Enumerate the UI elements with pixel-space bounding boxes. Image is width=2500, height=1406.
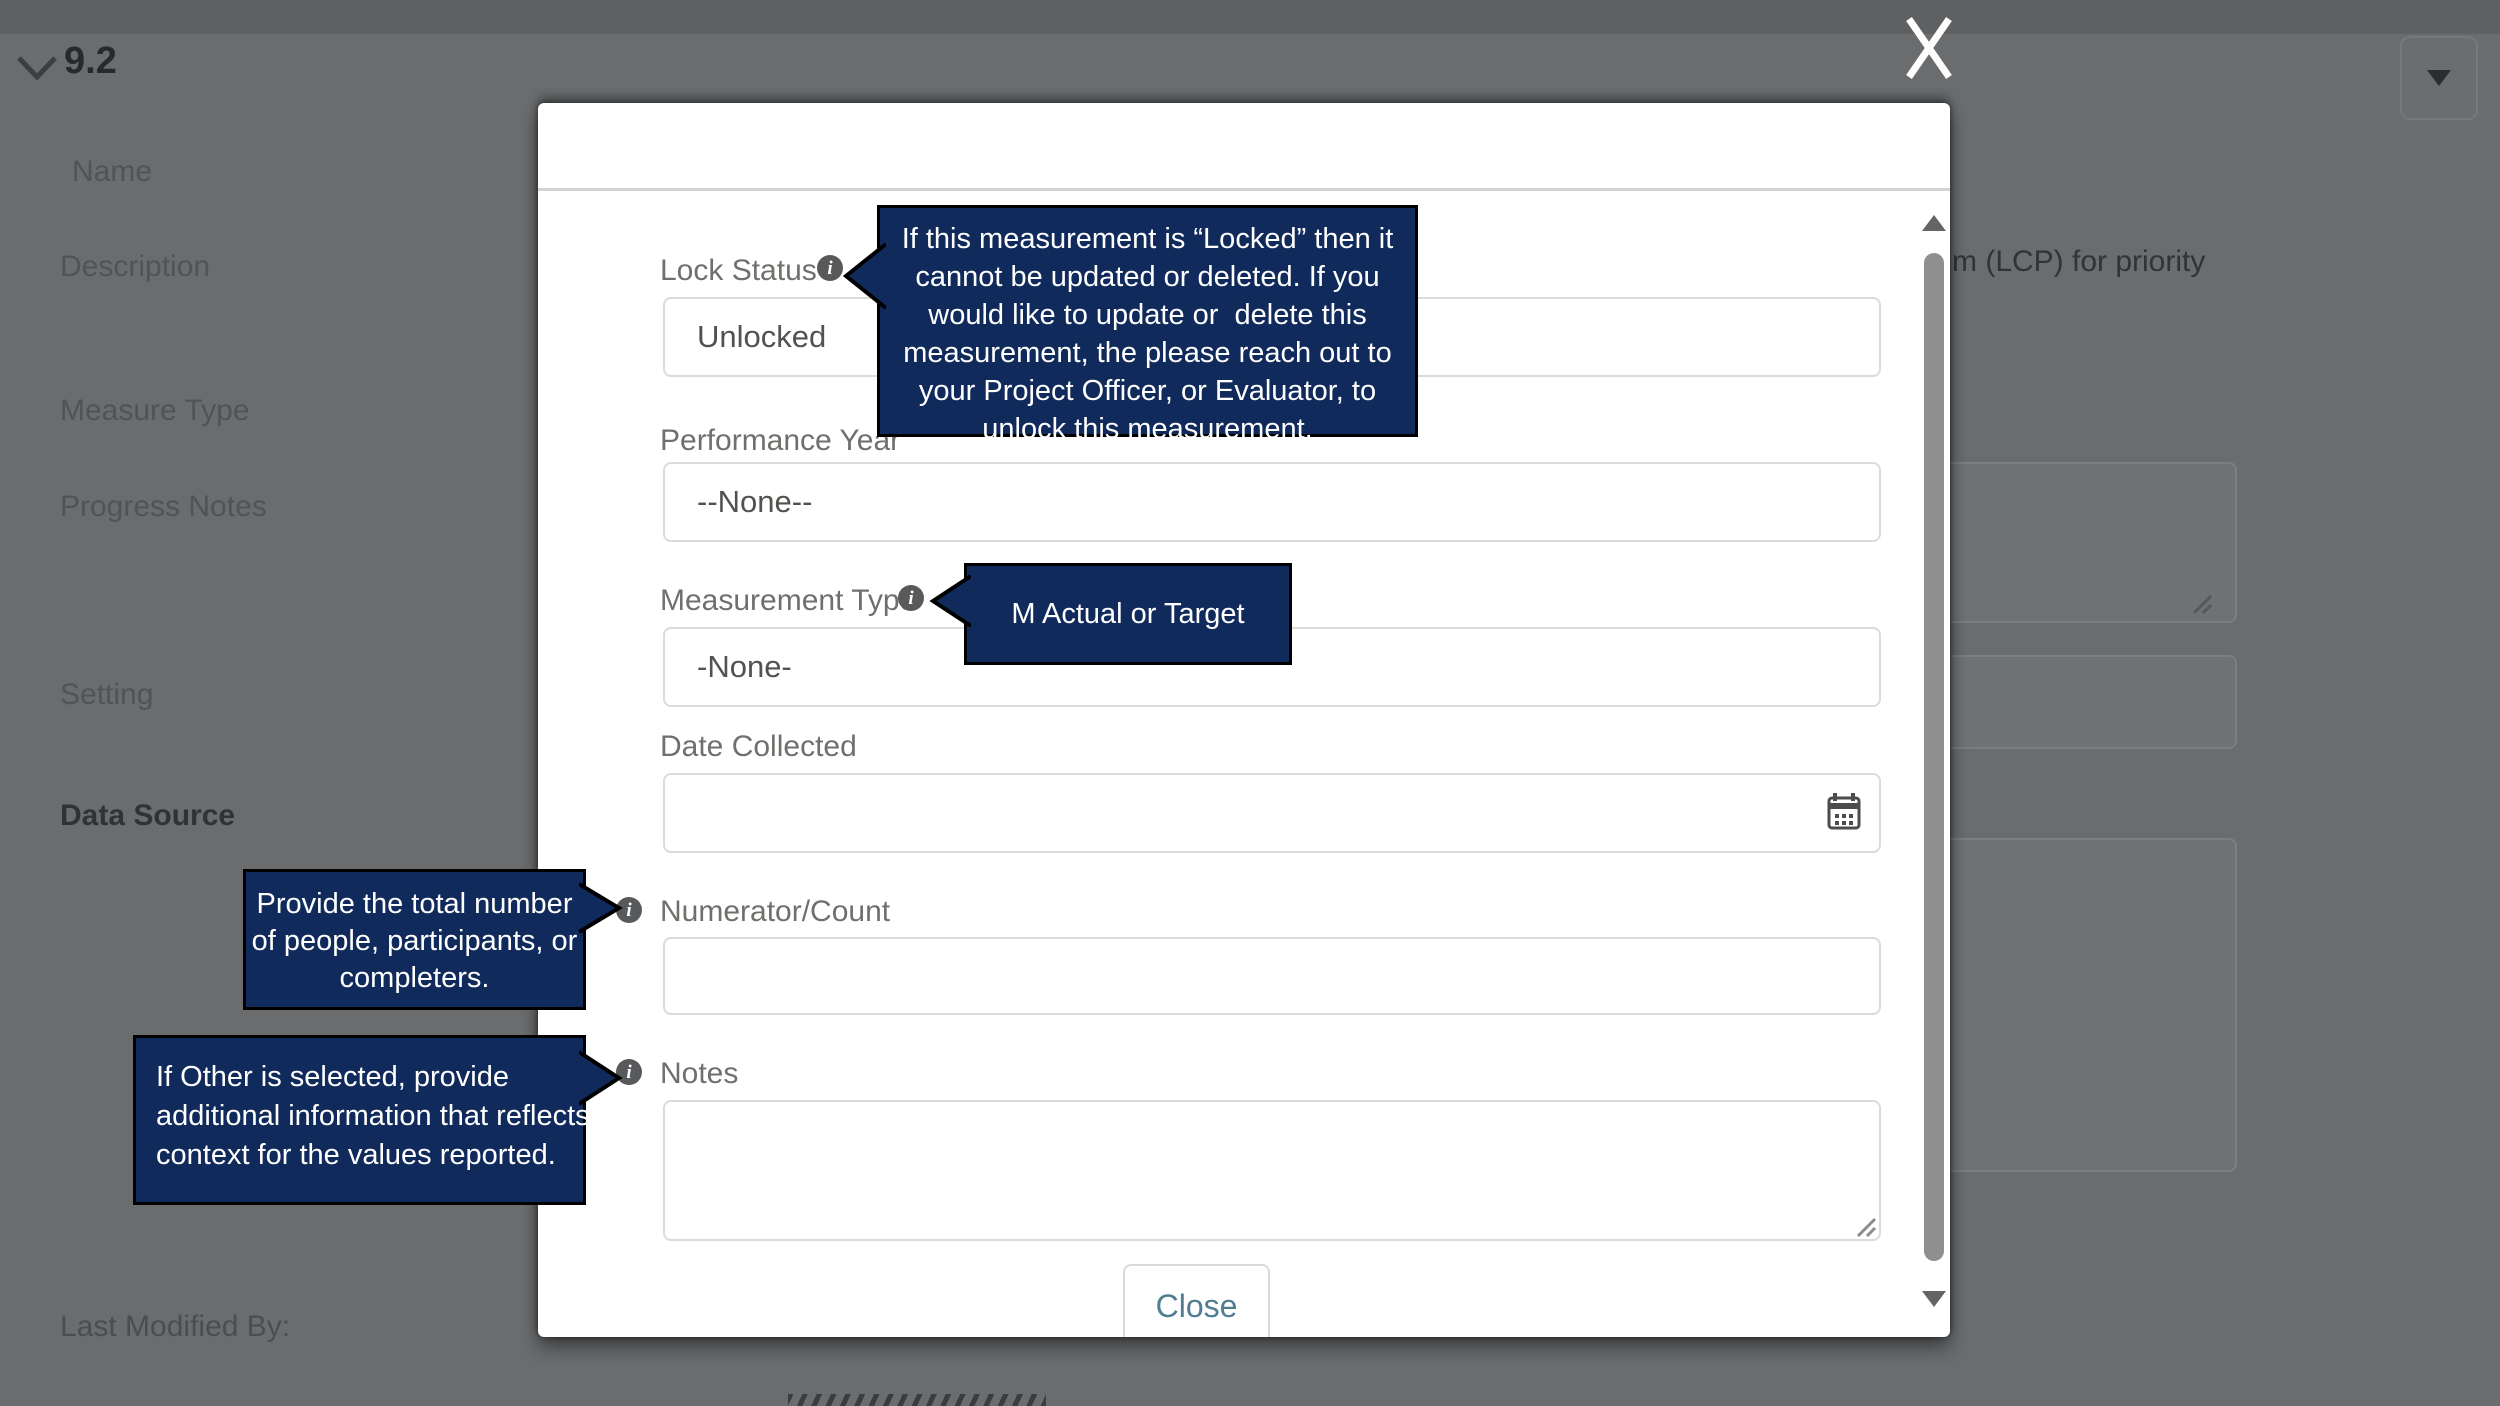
record-actions-dropdown-button [2400, 36, 2478, 120]
tooltip-line: If Other is selected, provide [156, 1061, 509, 1093]
tooltip-line: Provide the total number [256, 888, 573, 920]
close-button[interactable]: Close [1123, 1264, 1270, 1337]
bg-label-progress-notes: Progress Notes [60, 490, 267, 523]
modal-close-icon[interactable] [1901, 14, 1957, 82]
scrollbar-thumb[interactable] [1924, 253, 1944, 1261]
modal-header-divider [538, 188, 1950, 191]
notes-textarea[interactable] [663, 1100, 1881, 1241]
tooltip-line: would like to update or delete this [928, 299, 1367, 331]
measurement-type-label: Measurement Type [660, 584, 917, 617]
measurement-type-info-icon[interactable]: i [898, 585, 924, 611]
measurement-type-value: -None- [697, 649, 792, 684]
scrollbar-down-arrow[interactable] [1920, 1289, 1948, 1309]
caret-down-icon [2427, 70, 2451, 86]
numerator-count-label: Numerator/Count [660, 895, 891, 928]
calendar-icon[interactable] [1826, 791, 1862, 831]
tooltip-line: your Project Officer, or Evaluator, to [918, 375, 1377, 407]
bg-label-last-modified-by: Last Modified By: [60, 1310, 291, 1343]
tooltip-lock-status: If this measurement is “Locked” then it … [877, 205, 1418, 445]
tooltip-line: cannot be updated or deleted. If you [915, 261, 1380, 293]
section-title: 9.2 [64, 40, 117, 82]
performance-year-value: --None-- [697, 484, 813, 519]
tooltip-lock-status-arrow [842, 242, 886, 310]
tooltip-line: measurement, the please reach out to [903, 337, 1392, 369]
tooltip-notes: If Other is selected, provide additional… [133, 1035, 590, 1205]
page-top-strip [0, 0, 2500, 34]
notes-resize-handle-icon[interactable] [1854, 1215, 1878, 1239]
date-collected-input[interactable] [663, 773, 1881, 853]
lock-status-label: Lock Status [660, 254, 817, 287]
tooltip-measurement-type: M Actual or Target [964, 563, 1292, 665]
tooltip-notes-arrow [579, 1050, 623, 1106]
numerator-count-input[interactable] [663, 937, 1881, 1015]
notes-label: Notes [660, 1057, 739, 1090]
close-button-label: Close [1155, 1288, 1238, 1324]
bg-label-measure-type: Measure Type [60, 394, 250, 427]
screen: 9.2 Name Description Measure Type Progre… [0, 0, 2500, 1406]
tooltip-line: context for the values reported. [156, 1139, 556, 1171]
modal-header [538, 103, 1950, 188]
bg-label-data-source: Data Source [60, 799, 236, 832]
bg-description-value-clipped: m (LCP) for priority [1952, 245, 2206, 278]
date-collected-label: Date Collected [660, 730, 857, 763]
bg-clipped-text-fragment [788, 1394, 1046, 1406]
tooltip-measurement-type-arrow [929, 574, 971, 628]
tooltip-line: completers. [339, 962, 490, 994]
tooltip-line: additional information that reflects [156, 1100, 590, 1132]
scrollbar-up-arrow[interactable] [1920, 213, 1948, 233]
section-chevron-down-icon [17, 56, 57, 81]
tooltip-numerator-count-arrow [579, 882, 623, 934]
lock-status-value: Unlocked [697, 319, 827, 354]
performance-year-select[interactable]: --None-- [663, 462, 1881, 542]
tooltip-line: M Actual or Target [1011, 598, 1245, 630]
bg-resize-handle-icon [2192, 594, 2213, 615]
bg-label-name: Name [72, 155, 153, 188]
bg-label-setting: Setting [60, 678, 154, 711]
tooltip-line: of people, participants, or [251, 925, 578, 957]
tooltip-numerator-count: Provide the total number of people, part… [243, 869, 586, 1010]
tooltip-line: unlock this measurement. [982, 413, 1313, 445]
bg-label-description: Description [60, 250, 211, 283]
tooltip-line: If this measurement is “Locked” then it [901, 223, 1394, 255]
performance-year-label: Performance Year [660, 424, 901, 457]
